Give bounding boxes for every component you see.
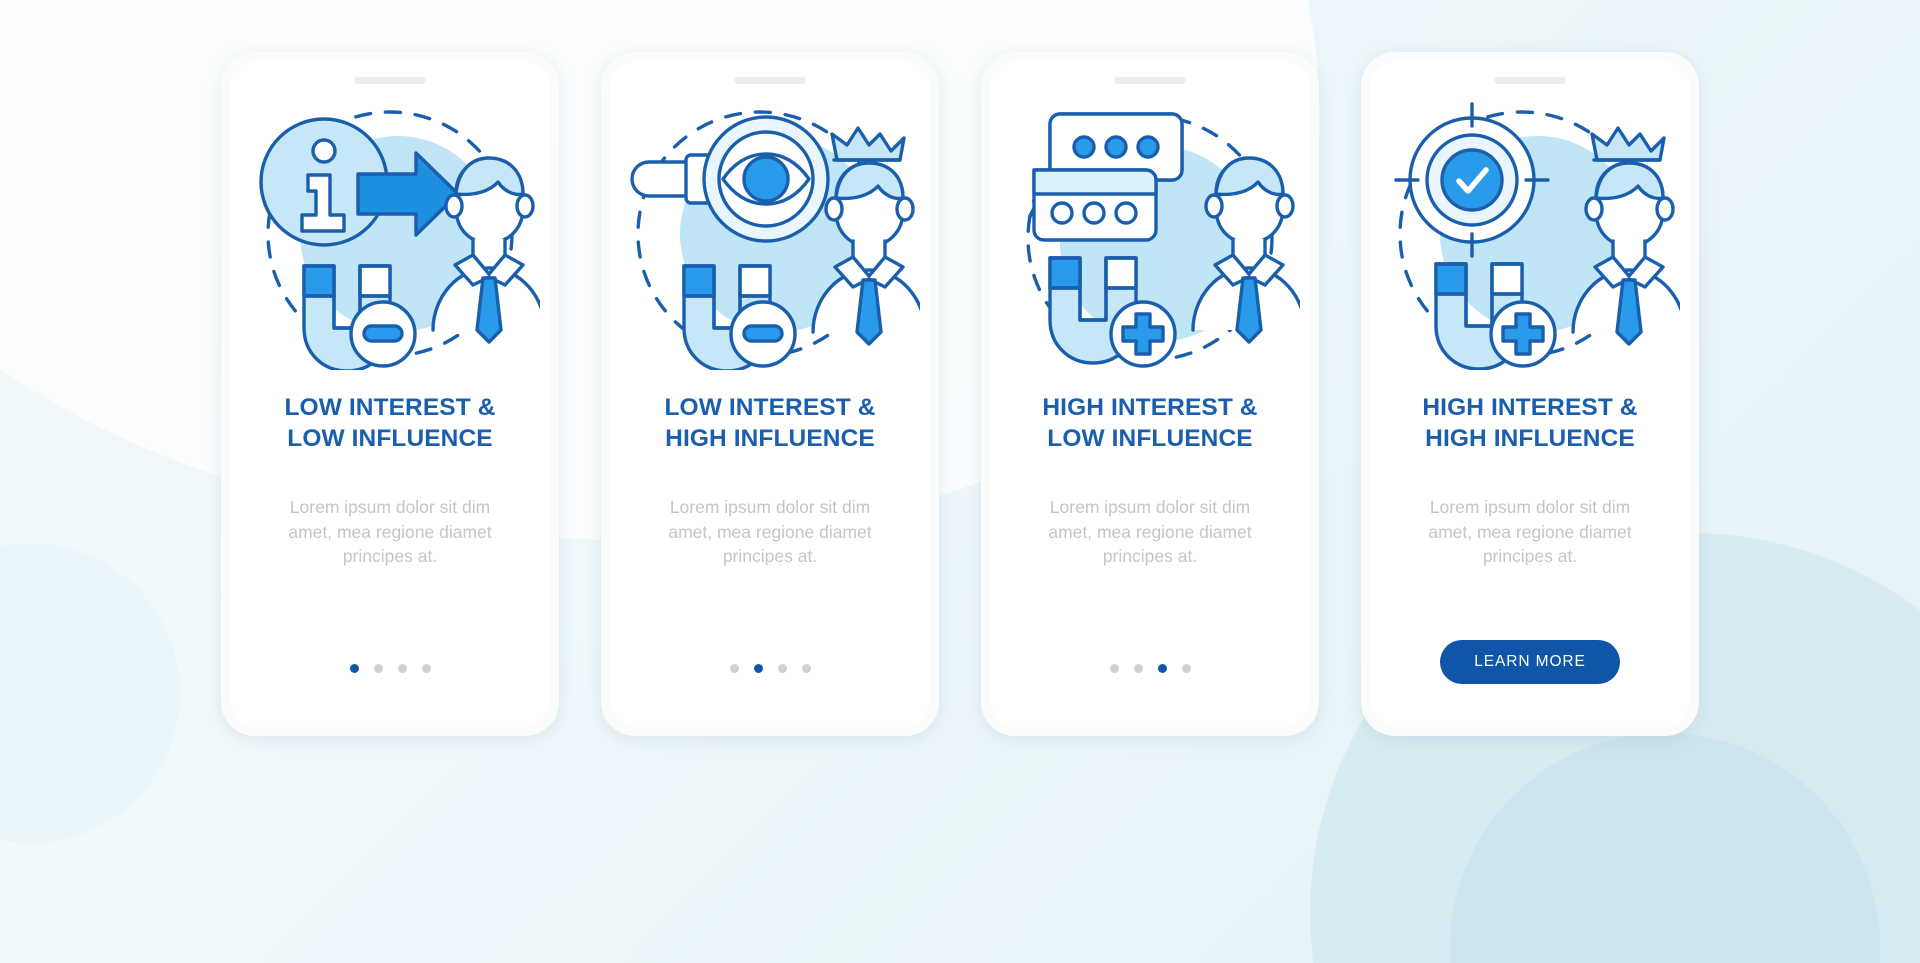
illustration-chat-bubbles-magnet-plus-person [1000,98,1300,370]
phone-speaker-grille [1114,77,1186,84]
phone-card-2: LOW INTEREST & HIGH INFLUENCE Lorem ipsu… [601,52,939,736]
phone-card-3: HIGH INTEREST & LOW INFLUENCE Lorem ipsu… [981,52,1319,736]
illustration-magnifier-eye-magnet-minus-king [620,98,920,370]
phone-card-4: HIGH INTEREST & HIGH INFLUENCE Lorem ips… [1361,52,1699,736]
learn-more-button[interactable]: LEARN MORE [1440,640,1620,684]
pagination-dots-1[interactable] [349,664,431,673]
card-title: LOW INTEREST & HIGH INFLUENCE [664,394,876,453]
pagination-dot[interactable] [349,664,359,673]
card-body-text: Lorem ipsum dolor sit dim amet, mea regi… [1428,496,1632,567]
pagination-dots-2[interactable] [729,664,811,673]
pagination-dot[interactable] [1157,664,1167,673]
phone-speaker-grille [1494,77,1566,84]
phone-card-1: LOW INTEREST & LOW INFLUENCE Lorem ipsum… [221,52,559,736]
illustration-target-check-magnet-plus-king [1380,98,1680,370]
phone-speaker-grille [354,77,426,84]
pagination-dot[interactable] [397,664,407,673]
onboarding-screens-stage: LOW INTEREST & LOW INFLUENCE Lorem ipsum… [0,0,1920,963]
card-body-text: Lorem ipsum dolor sit dim amet, mea regi… [1048,496,1252,567]
phone-screen-2: LOW INTEREST & HIGH INFLUENCE Lorem ipsu… [610,61,930,727]
card-title: HIGH INTEREST & HIGH INFLUENCE [1422,394,1638,453]
pagination-dots-3[interactable] [1109,664,1191,673]
pagination-dot[interactable] [421,664,431,673]
pagination-dot[interactable] [729,664,739,673]
phone-screen-4: HIGH INTEREST & HIGH INFLUENCE Lorem ips… [1370,61,1690,727]
pagination-dot[interactable] [777,664,787,673]
card-title: LOW INTEREST & LOW INFLUENCE [284,394,496,453]
phone-screen-3: HIGH INTEREST & LOW INFLUENCE Lorem ipsu… [990,61,1310,727]
phone-screen-1: LOW INTEREST & LOW INFLUENCE Lorem ipsum… [230,61,550,727]
illustration-info-arrow-magnet-minus-person [240,98,540,370]
pagination-dot[interactable] [753,664,763,673]
pagination-dot[interactable] [1181,664,1191,673]
card-body-text: Lorem ipsum dolor sit dim amet, mea regi… [288,496,492,567]
onboarding-card-row: LOW INTEREST & LOW INFLUENCE Lorem ipsum… [0,0,1920,736]
pagination-dot[interactable] [373,664,383,673]
phone-speaker-grille [734,77,806,84]
background-blob-accent [1450,733,1880,963]
pagination-dot[interactable] [1133,664,1143,673]
card-title: HIGH INTEREST & LOW INFLUENCE [1042,394,1258,453]
pagination-dot[interactable] [801,664,811,673]
card-body-text: Lorem ipsum dolor sit dim amet, mea regi… [668,496,872,567]
pagination-dot[interactable] [1109,664,1119,673]
